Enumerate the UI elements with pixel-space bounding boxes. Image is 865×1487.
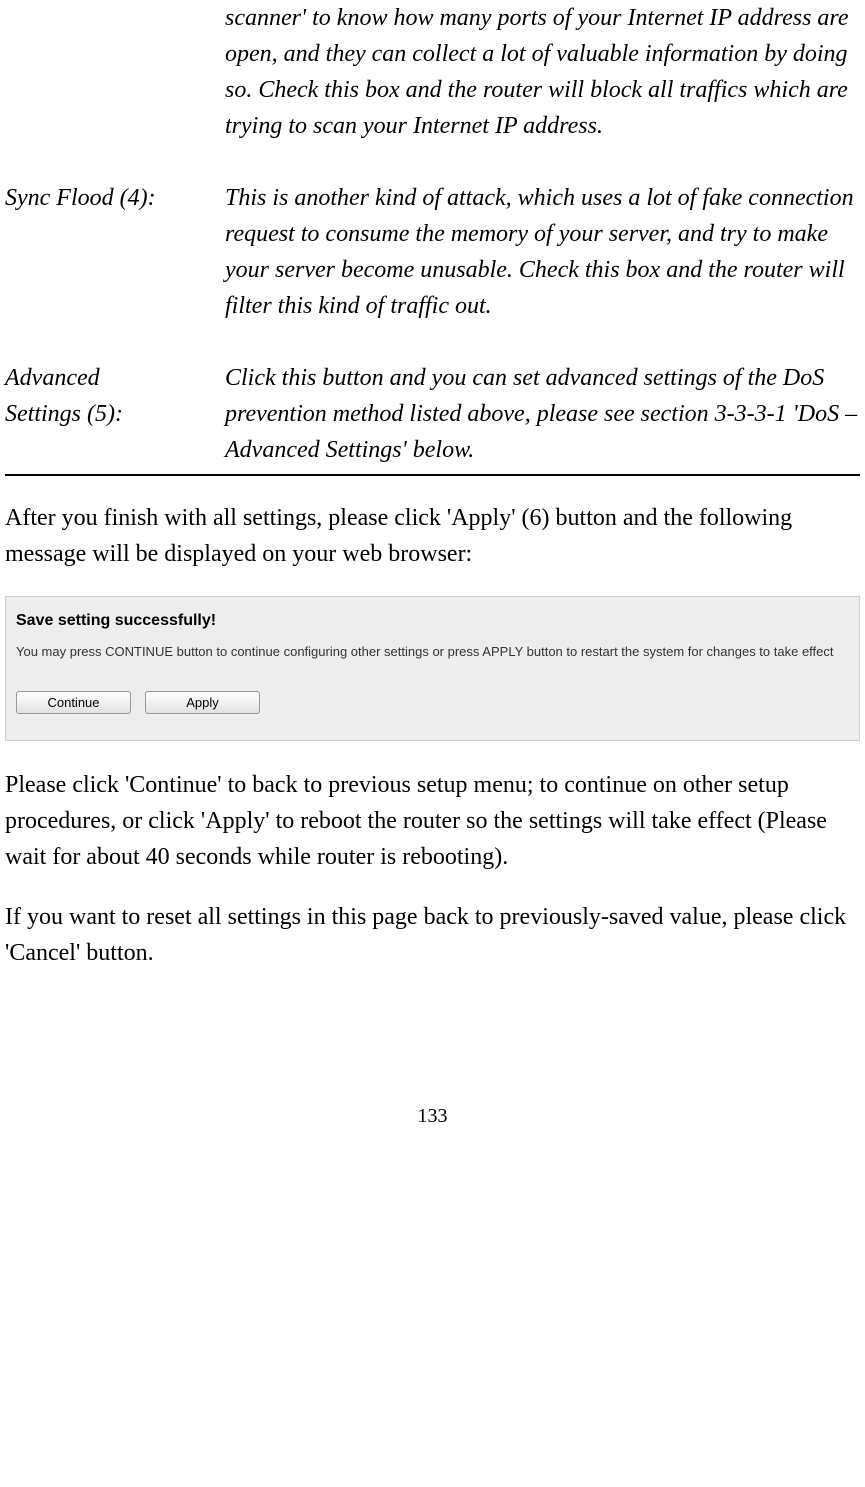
table-row: scanner' to know how many ports of your … — [5, 0, 860, 144]
dialog-title: Save setting successfully! — [16, 609, 849, 633]
paragraph-cancel-note: If you want to reset all settings in thi… — [5, 899, 860, 971]
table-row: Sync Flood (4): This is another kind of … — [5, 180, 860, 324]
table-row: Advanced Settings (5): Click this button… — [5, 360, 860, 468]
term-sync-flood: Sync Flood (4): — [5, 180, 225, 324]
term-line2: Settings (5): — [5, 401, 123, 427]
desc-sync-flood: This is another kind of attack, which us… — [225, 180, 860, 324]
term-cell-empty — [5, 0, 225, 144]
definitions-table: scanner' to know how many ports of your … — [5, 0, 860, 468]
paragraph-continue-apply: Please click 'Continue' to back to previ… — [5, 767, 860, 875]
save-success-dialog: Save setting successfully! You may press… — [5, 596, 860, 741]
horizontal-divider — [5, 474, 860, 476]
desc-cell-portscan: scanner' to know how many ports of your … — [225, 0, 860, 144]
continue-button[interactable]: Continue — [16, 691, 131, 714]
apply-button[interactable]: Apply — [145, 691, 260, 714]
dialog-button-row: Continue Apply — [16, 691, 849, 714]
desc-advanced-settings: Click this button and you can set advanc… — [225, 360, 860, 468]
paragraph-after-settings: After you finish with all settings, plea… — [5, 500, 860, 572]
term-advanced-settings: Advanced Settings (5): — [5, 360, 225, 468]
dialog-text: You may press CONTINUE button to continu… — [16, 643, 849, 661]
page-number: 133 — [5, 1101, 860, 1131]
term-line1: Advanced — [5, 365, 100, 391]
